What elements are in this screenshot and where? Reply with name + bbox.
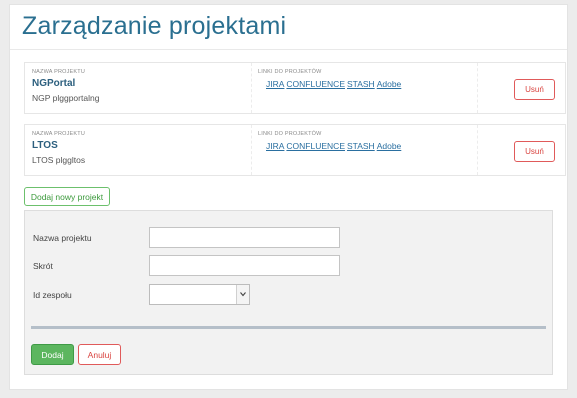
project-links: JIRA CONFLUENCE STASH Adobe [266, 79, 403, 89]
project-name-caption: NAZWA PROJEKTU [32, 131, 86, 137]
project-links: JIRA CONFLUENCE STASH Adobe [266, 141, 403, 151]
submit-add-button[interactable]: Dodaj [31, 344, 74, 365]
project-name: NGPortal [32, 78, 76, 89]
new-project-form: Nazwa projektu Skrót Id zespołu Dodaj An… [24, 210, 553, 375]
project-name-caption: NAZWA PROJEKTU [32, 69, 86, 75]
project-card-ngportal: NAZWA PROJEKTU NGPortal NGP plggportalng… [24, 62, 566, 114]
project-shortname: NGP plggportalng [32, 93, 100, 103]
project-card-ltos: NAZWA PROJEKTU LTOS LTOS plggltos LINKI … [24, 124, 566, 176]
project-name-cell: NAZWA PROJEKTU LTOS LTOS plggltos [25, 125, 252, 175]
add-new-project-button[interactable]: Dodaj nowy projekt [24, 187, 110, 206]
cancel-button[interactable]: Anuluj [78, 344, 121, 365]
link-adobe[interactable]: Adobe [377, 79, 402, 89]
title-divider [10, 49, 567, 50]
remove-project-button[interactable]: Usuń [514, 79, 555, 100]
team-id-select[interactable] [149, 284, 250, 305]
project-name-label: Nazwa projektu [33, 233, 92, 243]
project-name: LTOS [32, 140, 58, 151]
project-links-caption: LINKI DO PROJEKTÓW [258, 69, 322, 75]
short-name-label: Skrót [33, 261, 53, 271]
link-confluence[interactable]: CONFLUENCE [286, 141, 345, 151]
select-arrow[interactable] [236, 285, 249, 304]
project-links-caption: LINKI DO PROJEKTÓW [258, 131, 322, 137]
link-stash[interactable]: STASH [347, 141, 375, 151]
chevron-down-icon [240, 292, 246, 297]
link-jira[interactable]: JIRA [266, 141, 284, 151]
short-name-input[interactable] [149, 255, 340, 276]
page-title: Zarządzanie projektami [22, 12, 287, 40]
remove-project-button[interactable]: Usuń [514, 141, 555, 162]
link-stash[interactable]: STASH [347, 79, 375, 89]
project-actions-cell: Usuń [477, 125, 565, 175]
link-confluence[interactable]: CONFLUENCE [286, 79, 345, 89]
team-id-label: Id zespołu [33, 290, 72, 300]
link-jira[interactable]: JIRA [266, 79, 284, 89]
project-links-cell: LINKI DO PROJEKTÓW JIRA CONFLUENCE STASH Ad… [251, 125, 478, 175]
form-divider [31, 326, 546, 329]
project-name-cell: NAZWA PROJEKTU NGPortal NGP plggportalng [25, 63, 252, 113]
project-actions-cell: Usuń [477, 63, 565, 113]
link-adobe[interactable]: Adobe [377, 141, 402, 151]
project-links-cell: LINKI DO PROJEKTÓW JIRA CONFLUENCE STASH Ad… [251, 63, 478, 113]
project-name-input[interactable] [149, 227, 340, 248]
project-shortname: LTOS plggltos [32, 155, 86, 165]
